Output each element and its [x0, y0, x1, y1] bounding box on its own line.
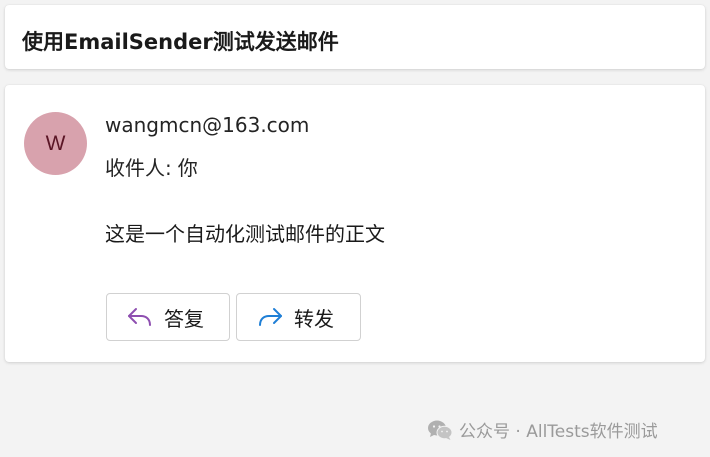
forward-arrow-icon — [256, 303, 284, 331]
sender-avatar[interactable]: W — [24, 112, 87, 175]
sender-address[interactable]: wangmcn@163.com — [105, 113, 309, 137]
message-card: W wangmcn@163.com 收件人: 你 这是一个自动化测试邮件的正文 答… — [5, 85, 705, 362]
avatar-initial: W — [45, 131, 66, 155]
subject-header: 使用EmailSender测试发送邮件 — [5, 5, 705, 69]
recipient-value[interactable]: 你 — [178, 156, 198, 180]
reply-button[interactable]: 答复 — [106, 293, 230, 341]
wechat-icon — [427, 419, 453, 441]
watermark: 公众号 · AllTests软件测试 — [427, 417, 658, 442]
reply-arrow-icon — [126, 303, 154, 331]
forward-label: 转发 — [294, 306, 334, 331]
recipient-label: 收件人: — [105, 156, 172, 180]
email-subject: 使用EmailSender测试发送邮件 — [22, 30, 339, 54]
watermark-text: 公众号 · AllTests软件测试 — [459, 422, 658, 442]
forward-button[interactable]: 转发 — [236, 293, 361, 341]
recipient-line: 收件人: 你 — [105, 152, 198, 181]
reply-label: 答复 — [164, 306, 204, 331]
email-body: 这是一个自动化测试邮件的正文 — [105, 222, 385, 246]
